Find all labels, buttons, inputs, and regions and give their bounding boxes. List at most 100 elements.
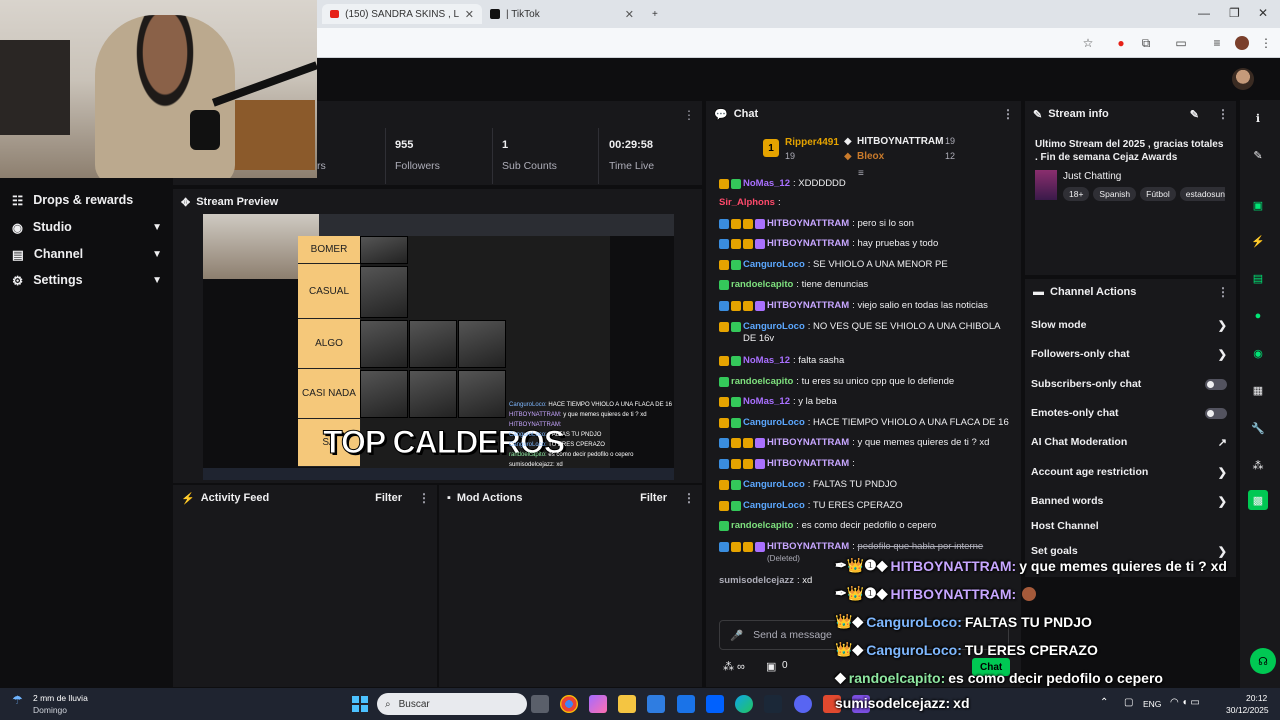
tag-pill[interactable]: Fútbol [1140, 187, 1176, 201]
chat-message[interactable]: HITBOYNATTRAM: y que memes quieres de ti… [719, 437, 1009, 449]
category-name[interactable]: Just Chatting [1063, 171, 1121, 182]
close-tab-icon[interactable]: ✕ [625, 8, 634, 21]
action-account-age[interactable]: Account age restriction ❯ [1031, 463, 1227, 481]
stats-menu-icon[interactable]: ⋮ [683, 108, 695, 122]
profile-icon[interactable] [1234, 35, 1250, 51]
mail-icon[interactable] [677, 695, 695, 713]
share-icon[interactable]: ⁂ [1248, 455, 1268, 475]
microphone-icon[interactable]: 🎤 [730, 629, 743, 642]
file-explorer-icon[interactable] [618, 695, 636, 713]
close-window-button[interactable]: ✕ [1258, 6, 1268, 20]
chat-username[interactable]: NoMas_12 [743, 355, 790, 366]
sidebar-item-studio[interactable]: ◉ Studio ▼ [12, 216, 162, 238]
chat-message[interactable]: Sir_Alphons: [719, 197, 1009, 209]
browser-tab-youtube[interactable]: (150) SANDRA SKINS , LA STRE ✕ [322, 4, 482, 24]
info-icon[interactable]: ℹ [1248, 108, 1268, 128]
action-banned-words[interactable]: Banned words ❯ [1031, 492, 1227, 510]
layout-icon[interactable]: ▦ [1248, 380, 1268, 400]
edit-icon[interactable]: ✎ [1190, 108, 1199, 121]
tray-app-icon[interactable]: ▢ [1124, 697, 1133, 708]
wrench-tool-icon[interactable]: 🔧 [1248, 418, 1268, 438]
chat-message[interactable]: HITBOYNATTRAM: viejo salio en todas las … [719, 300, 1009, 312]
chat-message[interactable]: CanguroLoco: NO VES QUE SE VHIOLO A UNA … [719, 321, 1009, 345]
discord-icon[interactable] [794, 695, 812, 713]
language-indicator[interactable]: ENG [1143, 699, 1161, 709]
chat-username[interactable]: HITBOYNATTRAM [767, 541, 849, 552]
lightning-icon[interactable]: ⚡ [1248, 231, 1268, 251]
dropbox-icon[interactable] [706, 695, 724, 713]
chat-username[interactable]: Sir_Alphons [719, 197, 775, 208]
edge-icon[interactable] [735, 695, 753, 713]
action-slow-mode[interactable]: Slow mode ❯ [1031, 316, 1227, 334]
message-icon[interactable]: ● [1248, 306, 1268, 326]
sidebar-item-settings[interactable]: ⚙ Settings ▼ [12, 269, 162, 291]
extension-opera-icon[interactable]: ● [1113, 35, 1129, 51]
channel-actions-menu-icon[interactable]: ⋮ [1217, 285, 1229, 299]
chat-message[interactable]: HITBOYNATTRAM: pero si lo son [719, 218, 1009, 230]
action-host-channel[interactable]: Host Channel [1031, 517, 1227, 535]
chat-message[interactable]: CanguroLoco: HACE TIEMPO VHIOLO A UNA FL… [719, 417, 1009, 429]
chat-message[interactable]: randoelcapito: es como decir pedofilo o … [719, 520, 1009, 532]
copilot-icon[interactable] [589, 695, 607, 713]
stream-preview-video[interactable]: BOMER CASUAL ALGO CASI NADA SA TOP CALDE… [203, 214, 674, 480]
action-ai-moderation[interactable]: AI Chat Moderation ↗ [1031, 433, 1227, 451]
chat-username[interactable]: HITBOYNATTRAM [767, 458, 849, 469]
broadcast-icon[interactable]: ◉ [1248, 343, 1268, 363]
activity-filter-button[interactable]: Filter [375, 492, 402, 504]
tag-pill[interactable]: Spanish [1093, 187, 1137, 201]
steam-icon[interactable] [764, 695, 782, 713]
chat-username[interactable]: HITBOYNATTRAM [767, 218, 849, 229]
action-subscribers-only[interactable]: Subscribers-only chat [1031, 375, 1227, 393]
activity-menu-icon[interactable]: ⋮ [418, 491, 430, 505]
leaderboard-name[interactable]: HITBOYNATTRAM [857, 136, 943, 147]
new-tab-button[interactable]: + [644, 4, 666, 24]
task-view-icon[interactable] [531, 695, 549, 713]
notes-icon[interactable]: ▤ [1248, 268, 1268, 288]
chat-message[interactable]: randoelcapito: tiene denuncias [719, 279, 1009, 291]
sidebar-item-channel[interactable]: ▤ Channel ▼ [12, 243, 162, 265]
puzzle-icon[interactable]: ⧉ [1138, 35, 1154, 51]
channel-points-icon[interactable]: ⁂ ∞ [723, 660, 745, 673]
cast-icon[interactable]: ▭ [1173, 35, 1189, 51]
leaderboard-name[interactable]: Ripper4491 [785, 137, 839, 148]
browser-tab-tiktok[interactable]: | TikTok ✕ [482, 4, 642, 24]
clock-time[interactable]: 20:12 [1246, 693, 1267, 703]
stream-info-menu-icon[interactable]: ⋮ [1217, 107, 1229, 121]
chat-username[interactable]: CanguroLoco [743, 321, 805, 332]
add-widget-icon[interactable]: ▩ [1248, 490, 1268, 510]
chat-username[interactable]: HITBOYNATTRAM [767, 238, 849, 249]
chat-username[interactable]: CanguroLoco [743, 259, 805, 270]
pencil-icon[interactable]: ✎ [1248, 145, 1268, 165]
mod-menu-icon[interactable]: ⋮ [683, 491, 695, 505]
tag-pill[interactable]: estadosun [1179, 187, 1225, 201]
queue-icon[interactable]: ≡ [1209, 35, 1225, 51]
avatar[interactable] [1232, 68, 1254, 90]
chat-username[interactable]: HITBOYNATTRAM [767, 300, 849, 311]
taskbar-search-input[interactable]: ⌕ Buscar [377, 693, 527, 715]
chat-message[interactable]: CanguroLoco: SE VHIOLO A UNA MENOR PE [719, 259, 1009, 271]
help-headset-icon[interactable]: ☊ [1250, 648, 1276, 674]
clip-icon[interactable]: ▣ [1248, 195, 1268, 215]
wifi-icon[interactable]: ◠ ◖ ▭ [1170, 697, 1200, 708]
chrome-icon[interactable] [560, 695, 578, 713]
store-icon[interactable] [647, 695, 665, 713]
chat-message[interactable]: NoMas_12: falta sasha [719, 355, 1009, 367]
chat-username[interactable]: randoelcapito [731, 279, 793, 290]
close-tab-icon[interactable]: ✕ [465, 8, 474, 21]
chat-username[interactable]: CanguroLoco [743, 417, 805, 428]
weather-text[interactable]: 2 mm de lluvia [33, 693, 88, 703]
mod-filter-button[interactable]: Filter [640, 492, 667, 504]
sidebar-item-drops[interactable]: ☷ Drops & rewards [12, 189, 162, 211]
subscribers-only-toggle[interactable] [1205, 378, 1227, 390]
chat-username[interactable]: NoMas_12 [743, 178, 790, 189]
gift-box-icon[interactable]: ▣ [766, 660, 776, 673]
chat-message[interactable]: randoelcapito: tu eres su unico cpp que … [719, 376, 1009, 388]
chat-username[interactable]: NoMas_12 [743, 396, 790, 407]
minimize-button[interactable]: — [1198, 6, 1210, 20]
chat-username[interactable]: HITBOYNATTRAM [767, 437, 849, 448]
chat-username[interactable]: sumisodelcejazz [719, 575, 794, 586]
chat-message[interactable]: HITBOYNATTRAM: hay pruebas y todo [719, 238, 1009, 250]
maximize-button[interactable]: ❐ [1229, 6, 1240, 20]
tray-chevron-up-icon[interactable]: ⌃ [1100, 697, 1108, 708]
action-followers-only[interactable]: Followers-only chat ❯ [1031, 345, 1227, 363]
